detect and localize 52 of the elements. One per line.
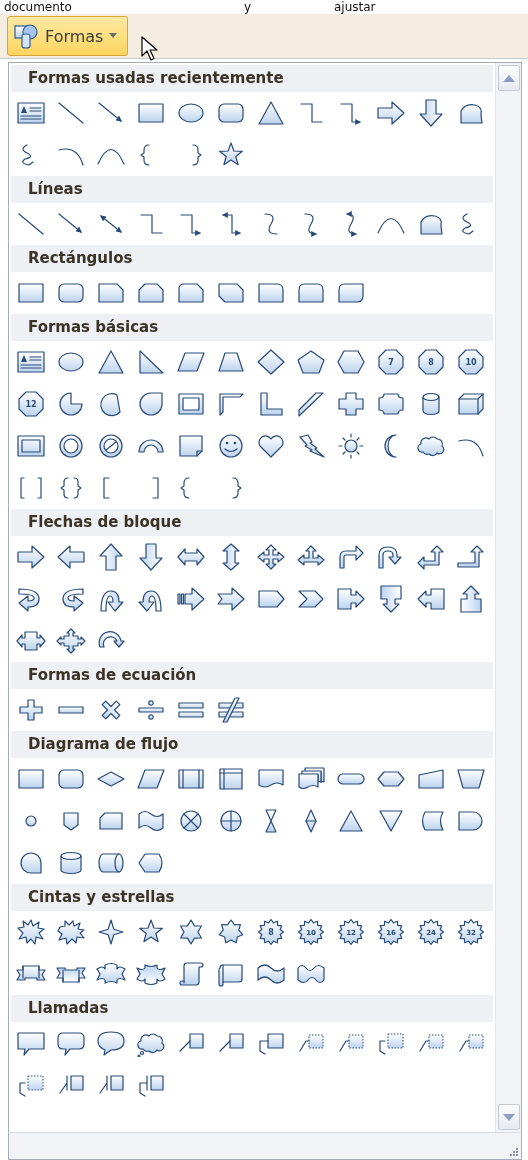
caret-icon bbox=[109, 33, 118, 39]
resize-grip-icon[interactable] bbox=[509, 1147, 519, 1157]
hexagon-icon[interactable] bbox=[335, 348, 367, 376]
polygon-icon[interactable]: 12 bbox=[15, 390, 47, 418]
text-box-icon[interactable] bbox=[15, 99, 47, 127]
frame-icon[interactable] bbox=[175, 390, 207, 418]
up-arrow-icon bbox=[503, 74, 515, 82]
section-heading: Formas básicas bbox=[11, 314, 493, 341]
cross-icon[interactable] bbox=[335, 390, 367, 418]
section-heading: Formas usadas recientemente bbox=[11, 65, 493, 92]
not-equal-icon[interactable] bbox=[215, 696, 247, 724]
callout-icon[interactable] bbox=[55, 1029, 87, 1057]
section-heading: Líneas bbox=[11, 176, 493, 203]
right-arrow-icon[interactable] bbox=[375, 99, 407, 127]
star-icon[interactable]: 8 bbox=[255, 918, 287, 946]
document-text: documento bbox=[4, 0, 72, 14]
section-heading: Cintas y estrellas bbox=[11, 884, 493, 911]
callout-icon[interactable] bbox=[15, 1029, 47, 1057]
striped-arrow-icon[interactable] bbox=[175, 585, 207, 613]
arrow-callout-icon[interactable] bbox=[415, 585, 447, 613]
section-heading: Rectángulos bbox=[11, 245, 493, 272]
down-arrow-icon bbox=[503, 1113, 515, 1121]
section-heading: Formas de ecuación bbox=[11, 662, 493, 689]
cube-icon[interactable] bbox=[455, 390, 487, 418]
polygon-icon[interactable]: 10 bbox=[455, 348, 487, 376]
right-arrow-icon[interactable] bbox=[15, 543, 47, 571]
section-heading: Llamadas bbox=[11, 995, 493, 1022]
document-text: ajustar bbox=[334, 0, 376, 14]
explosion-icon[interactable] bbox=[55, 918, 87, 946]
callout-icon[interactable] bbox=[95, 1029, 127, 1057]
diamond-icon[interactable] bbox=[255, 348, 287, 376]
arrow-callout-icon[interactable] bbox=[55, 627, 87, 655]
section-heading: Flechas de bloque bbox=[11, 509, 493, 536]
four-way-arrow-icon[interactable] bbox=[255, 543, 287, 571]
document-text: y bbox=[244, 0, 252, 14]
scroll-up-button[interactable] bbox=[498, 65, 520, 91]
bevel-icon[interactable] bbox=[15, 432, 47, 460]
section-heading: Diagrama de flujo bbox=[11, 731, 493, 758]
notched-arrow-icon[interactable] bbox=[215, 585, 247, 613]
left-arrow-icon[interactable] bbox=[55, 543, 87, 571]
polygon-icon[interactable]: 8 bbox=[415, 348, 447, 376]
shapes-button[interactable]: Formas bbox=[7, 16, 129, 56]
polygon-icon[interactable]: 7 bbox=[375, 348, 407, 376]
pentagon-icon[interactable] bbox=[295, 348, 327, 376]
mouse-pointer-icon bbox=[141, 36, 159, 62]
heart-icon[interactable] bbox=[255, 432, 287, 460]
explosion-icon[interactable] bbox=[15, 918, 47, 946]
plaque-icon[interactable] bbox=[375, 390, 407, 418]
shapes-icon bbox=[13, 23, 39, 49]
scroll-down-button[interactable] bbox=[498, 1104, 520, 1130]
text-box-icon[interactable] bbox=[15, 348, 47, 376]
arrow-callout-icon[interactable] bbox=[335, 585, 367, 613]
